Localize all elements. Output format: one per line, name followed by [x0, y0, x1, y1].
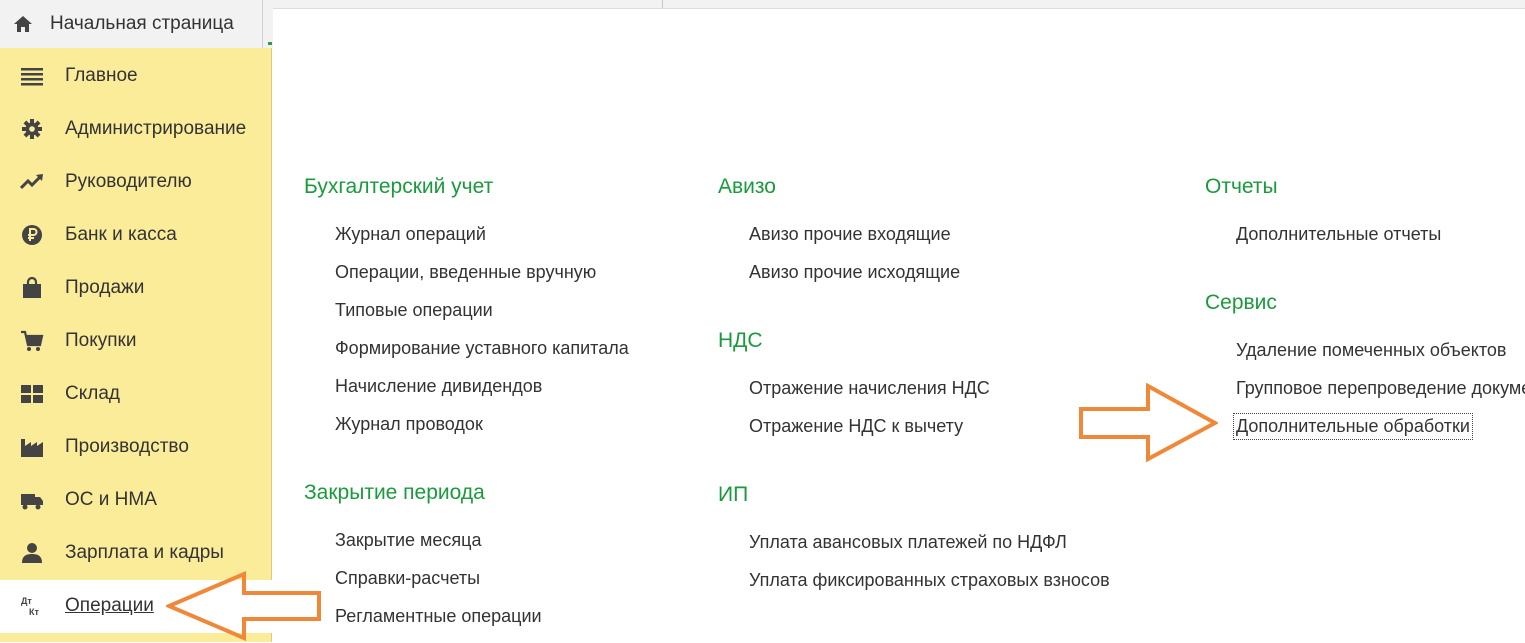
sidebar-item-label: Зарплата и кадры	[65, 542, 224, 563]
sidebar-item-administration[interactable]: Администрирование	[0, 103, 272, 156]
link-manual-operations[interactable]: Операции, введенные вручную	[335, 262, 596, 283]
cart-icon	[21, 330, 44, 351]
link-calculation-certificates[interactable]: Справки-расчеты	[335, 568, 480, 589]
factory-icon	[21, 439, 43, 457]
link-vat-deduction[interactable]: Отражение НДС к вычету	[749, 416, 963, 437]
sidebar-item-label: Производство	[65, 436, 189, 457]
sidebar-item-manager[interactable]: Руководителю	[0, 156, 272, 209]
link-aviso-outgoing[interactable]: Авизо прочие исходящие	[749, 262, 960, 283]
link-vat-accrual[interactable]: Отражение начисления НДС	[749, 378, 990, 399]
link-dividends[interactable]: Начисление дивидендов	[335, 376, 542, 397]
link-ndfl-advance-payments[interactable]: Уплата авансовых платежей по НДФЛ	[749, 532, 1067, 553]
gear-icon	[22, 119, 42, 139]
svg-text:Дт: Дт	[21, 596, 32, 606]
sidebar-item-sales[interactable]: Продажи	[0, 262, 272, 315]
link-additional-processing[interactable]: Дополнительные обработки	[1233, 413, 1473, 440]
person-icon	[22, 543, 42, 563]
shopping-bag-icon	[23, 277, 41, 298]
sidebar-item-main[interactable]: Главное	[0, 50, 272, 103]
link-aviso-incoming[interactable]: Авизо прочие входящие	[749, 224, 951, 245]
section-title-ip: ИП	[718, 483, 749, 506]
sidebar-item-label: Руководителю	[65, 171, 192, 192]
annotation-arrow-right	[1079, 383, 1218, 463]
sidebar-item-label: Покупки	[65, 330, 137, 351]
sidebar-item-warehouse[interactable]: Склад	[0, 368, 272, 421]
link-month-closing[interactable]: Закрытие месяца	[335, 530, 481, 551]
link-operations-journal[interactable]: Журнал операций	[335, 224, 486, 245]
link-fixed-insurance[interactable]: Уплата фиксированных страховых взносов	[749, 570, 1110, 591]
active-tab-marker	[268, 42, 272, 45]
link-typical-operations[interactable]: Типовые операции	[335, 300, 493, 321]
sidebar-item-label: Банк и касса	[65, 224, 177, 245]
ruble-icon	[22, 225, 42, 245]
sidebar-item-bank[interactable]: Банк и касса	[0, 209, 272, 262]
link-entries-journal[interactable]: Журнал проводок	[335, 414, 483, 435]
svg-text:Кт: Кт	[29, 607, 39, 617]
sidebar-item-fixed-assets[interactable]: ОС и НМА	[0, 474, 272, 527]
link-charter-capital[interactable]: Формирование уставного капитала	[335, 338, 629, 359]
section-title-vat: НДС	[718, 329, 763, 352]
sidebar-item-purchases[interactable]: Покупки	[0, 315, 272, 368]
truck-icon	[21, 494, 43, 510]
operations-panel: Бухгалтерский учет Журнал операций Опера…	[273, 8, 1525, 643]
menu-lines-icon	[21, 68, 43, 86]
sidebar-item-production[interactable]: Производство	[0, 421, 272, 474]
sidebar-item-label: Продажи	[65, 277, 145, 298]
annotation-arrow-left	[166, 571, 321, 641]
sidebar-item-label: Главное	[65, 65, 138, 86]
link-delete-marked[interactable]: Удаление помеченных объектов	[1236, 340, 1507, 361]
link-regulatory-operations[interactable]: Регламентные операции	[335, 606, 542, 627]
tab-home[interactable]: Начальная страница	[0, 0, 262, 48]
sidebar-item-label: ОС и НМА	[65, 489, 157, 510]
tab-home-label: Начальная страница	[50, 13, 234, 34]
dt-kt-icon: Дт Кт	[21, 596, 39, 617]
warehouse-grid-icon	[21, 385, 43, 403]
trend-up-icon	[20, 174, 43, 190]
section-title-period-closing: Закрытие периода	[304, 481, 485, 504]
home-icon	[14, 16, 32, 32]
section-title-service: Сервис	[1205, 291, 1277, 314]
section-title-accounting: Бухгалтерский учет	[304, 175, 494, 198]
sidebar-item-label: Администрирование	[65, 118, 247, 139]
sidebar-item-label: Операции	[65, 595, 154, 616]
tab-divider	[662, 0, 663, 8]
tab-divider	[262, 0, 263, 48]
sidebar-item-label: Склад	[65, 383, 120, 404]
link-additional-reports[interactable]: Дополнительные отчеты	[1236, 224, 1441, 245]
section-title-aviso: Авизо	[718, 175, 776, 198]
sidebar: Главное Администрирование Руководителю Б…	[0, 48, 272, 642]
link-group-reposting[interactable]: Групповое перепроведение документов	[1236, 378, 1525, 399]
section-title-reports: Отчеты	[1205, 175, 1278, 198]
